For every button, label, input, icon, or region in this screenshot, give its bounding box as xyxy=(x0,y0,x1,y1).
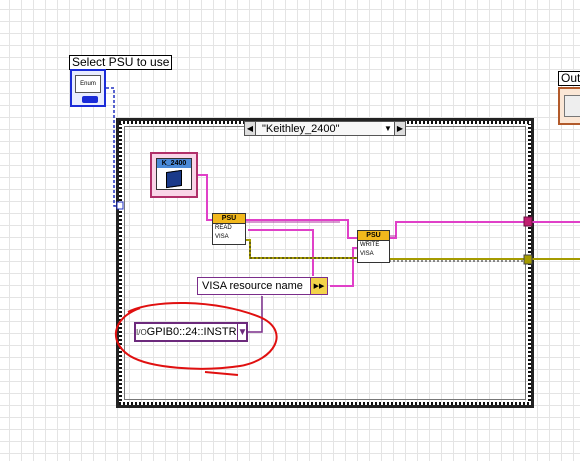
instrument-constant-label: K_2400 xyxy=(157,159,191,168)
write-subvi-header: PSU xyxy=(358,231,389,241)
visa-resource-name[interactable]: VISA resource name ▶▶ xyxy=(197,277,328,295)
visa-terminal-icon: ▶▶ xyxy=(310,278,327,294)
read-subvi-header: PSU xyxy=(213,214,245,224)
visa-resource-label: VISA resource name xyxy=(202,280,303,292)
error-output-tunnel-icon xyxy=(523,254,533,265)
cube-icon xyxy=(166,169,182,189)
gpib-dropdown-icon[interactable]: ▼ xyxy=(236,324,247,340)
selector-tunnel-icon xyxy=(116,201,124,210)
instrument-constant[interactable]: K_2400 xyxy=(150,152,198,198)
write-subvi-line2: VISA xyxy=(360,251,374,257)
instrument-constant-inner: K_2400 xyxy=(156,158,192,190)
read-subvi-line2: VISA xyxy=(215,234,229,240)
gpib-constant[interactable]: I/O GPIB0::24::INSTR ▼ xyxy=(134,322,248,342)
psu-write-subvi[interactable]: PSU WRITE VISA xyxy=(357,230,390,263)
pink-output-tunnel-icon xyxy=(523,216,533,227)
psu-read-subvi[interactable]: PSU READ VISA xyxy=(212,213,246,245)
write-subvi-line1: WRITE xyxy=(360,242,380,248)
io-icon: I/O xyxy=(136,327,147,337)
wires xyxy=(106,87,580,376)
read-subvi-line1: READ xyxy=(215,225,232,231)
gpib-value: GPIB0::24::INSTR xyxy=(146,326,237,338)
blue-wire xyxy=(106,87,120,207)
